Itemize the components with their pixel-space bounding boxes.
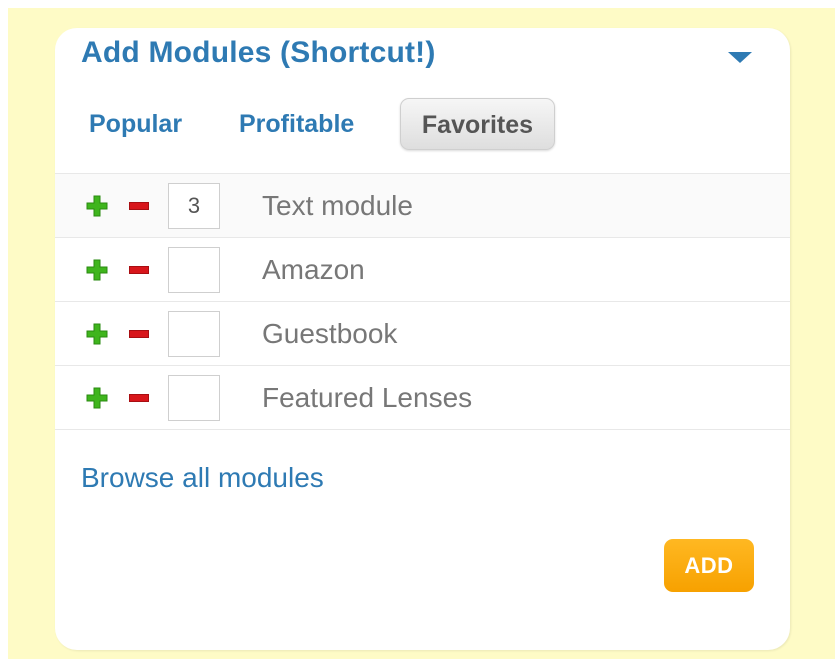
plus-icon[interactable] <box>86 387 108 409</box>
list-item: Amazon <box>55 238 790 302</box>
module-name: Guestbook <box>262 318 398 349</box>
tab-popular[interactable]: Popular <box>89 98 182 150</box>
list-item: Text module <box>55 174 790 238</box>
browse-all-modules-link[interactable]: Browse all modules <box>81 462 324 494</box>
minus-icon[interactable] <box>129 330 149 338</box>
quantity-input[interactable] <box>168 247 220 293</box>
plus-icon[interactable] <box>86 195 108 217</box>
minus-icon[interactable] <box>129 266 149 274</box>
panel-title: Add Modules (Shortcut!) <box>81 36 436 69</box>
tab-favorites[interactable]: Favorites <box>400 98 555 150</box>
add-button[interactable]: ADD <box>664 539 754 592</box>
plus-icon[interactable] <box>86 323 108 345</box>
add-modules-panel: Add Modules (Shortcut!) Popular Profitab… <box>55 28 790 650</box>
list-item: Featured Lenses <box>55 366 790 430</box>
module-name: Text module <box>262 190 413 221</box>
tab-profitable[interactable]: Profitable <box>239 98 354 150</box>
quantity-input[interactable] <box>168 311 220 357</box>
triangle-down-icon <box>728 52 752 63</box>
quantity-input[interactable] <box>168 183 220 229</box>
list-item: Guestbook <box>55 302 790 366</box>
plus-icon[interactable] <box>86 259 108 281</box>
minus-icon[interactable] <box>129 202 149 210</box>
collapse-toggle-button[interactable] <box>719 42 759 70</box>
module-list: Text module Amazon Guestbook <box>55 173 790 430</box>
quantity-input[interactable] <box>168 375 220 421</box>
module-name: Featured Lenses <box>262 382 473 413</box>
minus-icon[interactable] <box>129 394 149 402</box>
module-name: Amazon <box>262 254 365 285</box>
